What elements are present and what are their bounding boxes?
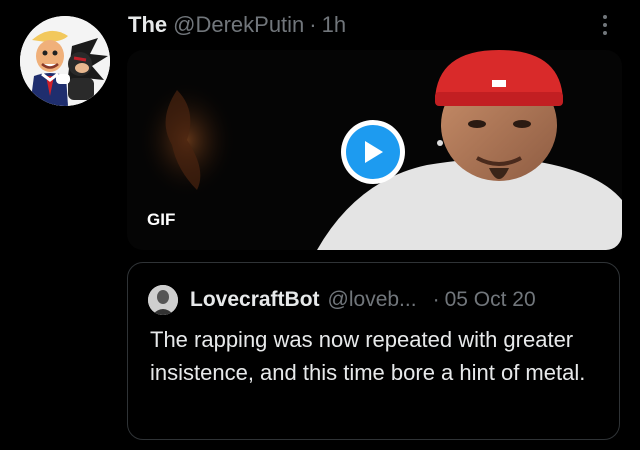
gif-badge: GIF xyxy=(147,210,176,229)
separator-dot: · xyxy=(432,288,440,311)
tweet: The @DerekPutin · 1h GIF LovecraftBot @l… xyxy=(0,0,640,450)
play-button[interactable] xyxy=(341,120,405,184)
quoted-tweet-text: The rapping was now repeated with greate… xyxy=(150,327,586,385)
quoted-timestamp[interactable]: 05 Oct 20 xyxy=(445,288,536,312)
tweet-header: The @DerekPutin · 1h xyxy=(128,10,346,40)
avatar[interactable] xyxy=(20,16,110,106)
user-handle[interactable]: @DerekPutin xyxy=(173,12,304,38)
more-dots-icon[interactable] xyxy=(594,10,616,40)
gif-media[interactable]: GIF xyxy=(127,50,622,250)
timestamp[interactable]: 1h xyxy=(322,12,346,38)
quoted-avatar[interactable] xyxy=(148,285,178,315)
quoted-tweet[interactable]: LovecraftBot @loveb... · 05 Oct 20 The r… xyxy=(127,262,620,440)
portrait-avatar-icon xyxy=(148,285,178,315)
quoted-user-handle[interactable]: @loveb... xyxy=(328,288,417,312)
quoted-tweet-header: LovecraftBot @loveb... · 05 Oct 20 xyxy=(148,285,536,315)
cartoon-avatar-icon xyxy=(20,16,110,106)
quoted-display-name[interactable]: LovecraftBot xyxy=(190,288,320,312)
separator-dot: · xyxy=(309,12,317,37)
play-icon xyxy=(346,125,400,179)
display-name[interactable]: The xyxy=(128,12,167,38)
